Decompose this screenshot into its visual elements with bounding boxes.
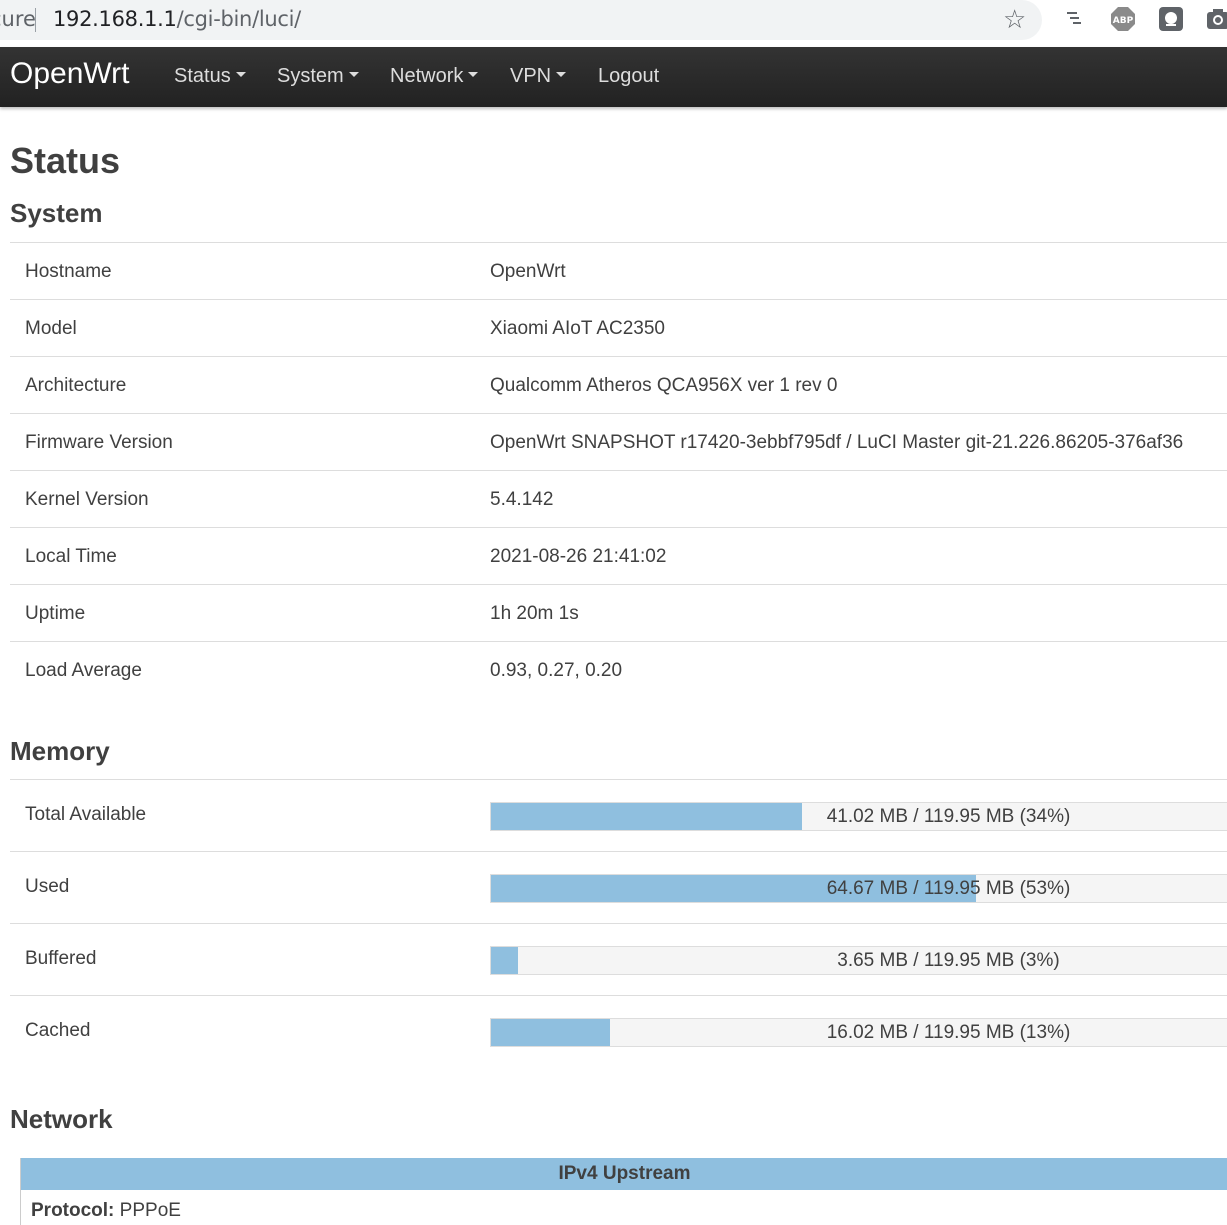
row-value: 1h 20m 1s xyxy=(490,603,579,624)
nav-system-label: System xyxy=(277,65,344,87)
ipv4-upstream-panel: IPv4 Upstream Protocol: PPPoE xyxy=(20,1158,1227,1225)
table-row: Total Available 41.02 MB / 119.95 MB (34… xyxy=(10,779,1227,851)
svg-text:ABP: ABP xyxy=(1113,16,1134,26)
row-key: Model xyxy=(25,318,77,339)
progress-text: 41.02 MB / 119.95 MB (34%) xyxy=(826,806,1071,827)
table-row: Uptime 1h 20m 1s xyxy=(10,584,1227,641)
row-value: 0.93, 0.27, 0.20 xyxy=(490,660,623,681)
url-security-label: cure xyxy=(0,7,36,31)
nav-system[interactable]: System xyxy=(277,65,359,88)
row-key: Hostname xyxy=(25,261,112,282)
table-row: Local Time 2021-08-26 21:41:02 xyxy=(10,527,1227,584)
table-row: Load Average 0.93, 0.27, 0.20 xyxy=(10,641,1227,698)
row-key: Kernel Version xyxy=(25,489,149,510)
memory-section-title: Memory xyxy=(10,736,110,766)
row-key: Load Average xyxy=(25,660,142,681)
url-path: /cgi-bin/luci/ xyxy=(176,7,302,31)
page-title: Status xyxy=(10,140,121,181)
caret-down-icon xyxy=(348,72,359,78)
camera-extension-icon[interactable] xyxy=(1206,6,1227,32)
row-key: Architecture xyxy=(25,375,127,396)
network-section-title: Network xyxy=(10,1104,113,1134)
table-row: Model Xiaomi AIoT AC2350 xyxy=(10,299,1227,356)
brand-logo[interactable]: OpenWrt xyxy=(10,57,130,91)
adblock-extension-icon[interactable]: ABP xyxy=(1110,6,1136,32)
row-value: Xiaomi AIoT AC2350 xyxy=(490,318,665,339)
caret-down-icon xyxy=(235,72,246,78)
table-row: Cached 16.02 MB / 119.95 MB (13%) xyxy=(10,995,1227,1067)
caret-down-icon xyxy=(468,72,479,78)
address-bar[interactable]: cure 192.168.1.1/cgi-bin/luci/ xyxy=(0,0,1042,40)
row-key: Used xyxy=(25,876,70,897)
row-key: Local Time xyxy=(25,546,117,567)
row-value: 5.4.142 xyxy=(490,489,554,510)
table-row: Used 64.67 MB / 119.95 MB (53%) xyxy=(10,851,1227,923)
row-key: Cached xyxy=(25,1020,91,1041)
system-table: Hostname OpenWrt Model Xiaomi AIoT AC2350 … xyxy=(10,242,1227,698)
main-navbar: OpenWrt Status System Network VPN Logout xyxy=(0,47,1227,107)
ipv4-upstream-heading: IPv4 Upstream xyxy=(21,1158,1227,1190)
url-host: 192.168.1.1 xyxy=(53,7,177,31)
table-row: Hostname OpenWrt xyxy=(10,242,1227,299)
memory-progress-bar: 64.67 MB / 119.95 MB (53%) xyxy=(490,874,1227,903)
url-divider xyxy=(35,8,36,32)
table-row: Buffered 3.65 MB / 119.95 MB (3%) xyxy=(10,923,1227,995)
nav-status-label: Status xyxy=(174,65,231,87)
bookmark-star-icon[interactable]: ☆ xyxy=(1003,6,1026,32)
url-text[interactable]: 192.168.1.1/cgi-bin/luci/ xyxy=(53,7,301,31)
memory-table: Total Available 41.02 MB / 119.95 MB (34… xyxy=(10,779,1227,1067)
table-row: Kernel Version 5.4.142 xyxy=(10,470,1227,527)
row-value: Qualcomm Atheros QCA956X ver 1 rev 0 xyxy=(490,375,838,396)
nav-network-label: Network xyxy=(390,65,464,87)
memory-progress-bar: 16.02 MB / 119.95 MB (13%) xyxy=(490,1018,1227,1047)
row-key: Uptime xyxy=(25,603,86,624)
row-key: Firmware Version xyxy=(25,432,173,453)
row-key: Buffered xyxy=(25,948,97,969)
caret-down-icon xyxy=(556,72,567,78)
row-key: Total Available xyxy=(25,804,147,825)
protocol-line: Protocol: PPPoE xyxy=(31,1200,181,1222)
nav-vpn-label: VPN xyxy=(510,65,552,87)
row-value: 2021-08-26 21:41:02 xyxy=(490,546,667,567)
browser-toolbar: cure 192.168.1.1/cgi-bin/luci/ ☆ ABP xyxy=(0,0,1227,46)
memory-progress-bar: 3.65 MB / 119.95 MB (3%) xyxy=(490,946,1227,975)
progress-text: 16.02 MB / 119.95 MB (13%) xyxy=(826,1022,1071,1043)
progress-text: 3.65 MB / 119.95 MB (3%) xyxy=(837,950,1060,971)
nav-vpn[interactable]: VPN xyxy=(510,65,567,88)
nav-status[interactable]: Status xyxy=(174,65,246,88)
protocol-label: Protocol: xyxy=(31,1200,115,1221)
progress-text: 64.67 MB / 119.95 MB (53%) xyxy=(826,878,1071,899)
system-section-title: System xyxy=(10,198,103,228)
row-value: OpenWrt xyxy=(490,261,566,282)
table-row: Architecture Qualcomm Atheros QCA956X ver… xyxy=(10,356,1227,413)
memory-progress-bar: 41.02 MB / 119.95 MB (34%) xyxy=(490,802,1227,831)
nav-logout[interactable]: Logout xyxy=(598,65,659,88)
nav-network[interactable]: Network xyxy=(390,65,479,88)
table-row: Firmware Version OpenWrt SNAPSHOT r17420-… xyxy=(10,413,1227,470)
filter-extension-icon[interactable] xyxy=(1062,6,1088,32)
chat-extension-icon[interactable] xyxy=(1158,6,1184,32)
protocol-value: PPPoE xyxy=(119,1200,181,1221)
row-value: OpenWrt SNAPSHOT r17420-3ebbf795df / LuC… xyxy=(490,432,1184,453)
